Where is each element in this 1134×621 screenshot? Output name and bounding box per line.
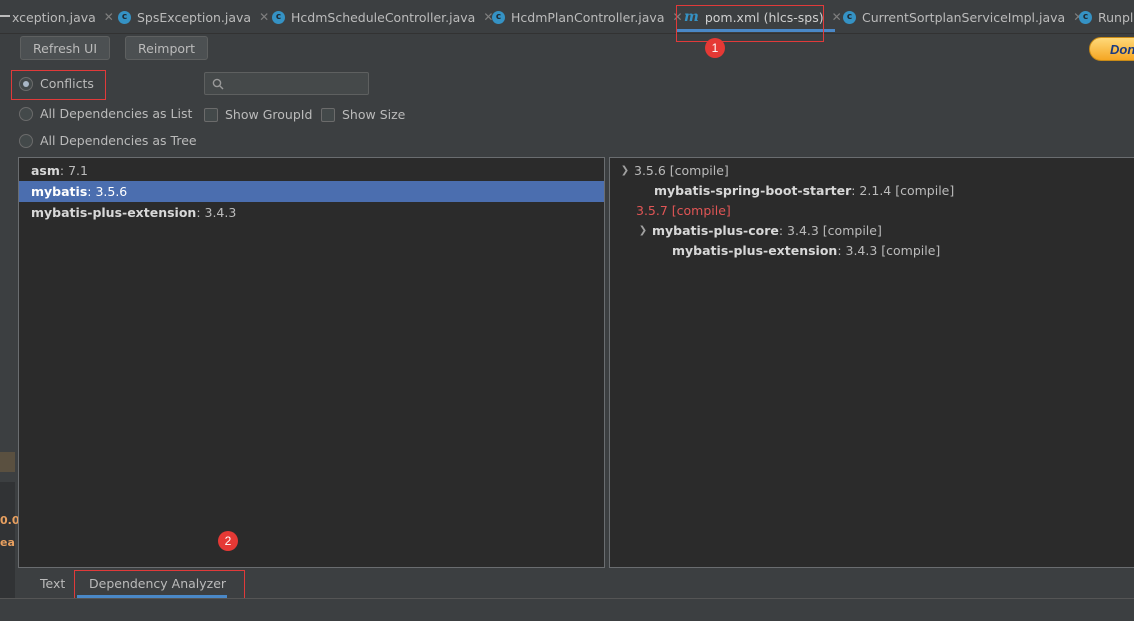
list-item-mybatis-plus-extension[interactable]: mybatis-plus-extension : 3.4.3 xyxy=(19,202,604,223)
tree-node-version-356[interactable]: ❯ 3.5.6 [compile] xyxy=(610,160,1134,180)
artifact-name: mybatis-plus-extension xyxy=(672,242,838,258)
chevron-down-icon[interactable]: ❯ xyxy=(616,165,634,176)
chevron-down-icon[interactable]: ❯ xyxy=(634,225,652,236)
checkbox-label: Show Size xyxy=(342,107,406,122)
tab-label: Runpla xyxy=(1098,9,1134,25)
bottom-tab-text[interactable]: Text xyxy=(40,571,65,595)
close-icon[interactable]: ✕ xyxy=(832,10,842,24)
annotation-marker-2: 2 xyxy=(218,531,238,551)
annotation-box-conflicts xyxy=(11,70,106,100)
tab-runpla[interactable]: c Runpla xyxy=(1079,0,1134,33)
artifact-name: mybatis xyxy=(31,184,88,199)
artifact-name: asm xyxy=(31,163,60,178)
tab-label: CurrentSortplanServiceImpl.java xyxy=(862,9,1066,25)
show-size-checkbox[interactable]: Show Size xyxy=(321,107,405,122)
tab-label: HcdmScheduleController.java xyxy=(291,9,476,25)
status-bar xyxy=(0,598,1134,621)
left-tool-strip: 0.0 ea xyxy=(0,34,20,602)
dependency-tree-panel[interactable]: ❯ 3.5.6 [compile] mybatis-spring-boot-st… xyxy=(609,157,1134,568)
strip-highlight xyxy=(0,452,15,472)
artifact-name: mybatis-spring-boot-starter xyxy=(654,182,852,198)
tab-hcdmschedulecontroller-java[interactable]: c HcdmScheduleController.java ✕ xyxy=(272,0,493,33)
class-icon: c xyxy=(843,10,856,24)
list-item-mybatis[interactable]: mybatis : 3.5.6 xyxy=(19,181,604,202)
radio-all-dependencies-list[interactable]: All Dependencies as List xyxy=(19,106,192,121)
artifact-version: : 3.5.6 xyxy=(87,184,128,199)
tree-node-label: 3.5.6 [compile] xyxy=(634,162,729,178)
radio-label: All Dependencies as Tree xyxy=(40,133,197,148)
artifact-name: mybatis-plus-core xyxy=(652,222,779,238)
conflict-version-label: 3.5.7 [compile] xyxy=(636,202,731,218)
artifact-version: : 3.4.3 [compile] xyxy=(778,222,882,238)
close-icon[interactable]: ✕ xyxy=(104,10,114,24)
dependency-search-field[interactable] xyxy=(204,72,369,95)
tab-label: HcdmPlanController.java xyxy=(511,9,665,25)
editor-tab-bar: xception.java ✕ c SpsException.java ✕ c … xyxy=(0,0,1134,34)
artifact-version: : 3.4.3 xyxy=(196,205,237,220)
conflict-list-panel[interactable]: asm : 7.1 mybatis : 3.5.6 mybatis-plus-e… xyxy=(18,157,605,568)
annotation-marker-1: 1 xyxy=(705,38,725,58)
list-item-asm[interactable]: asm : 7.1 xyxy=(19,160,604,181)
tab-exception-java[interactable]: xception.java ✕ xyxy=(12,0,114,33)
checkbox-indicator[interactable] xyxy=(204,107,218,122)
reimport-button[interactable]: Reimport xyxy=(125,36,209,60)
search-icon xyxy=(212,78,224,89)
tree-node-mybatis-spring-boot-starter[interactable]: mybatis-spring-boot-starter : 2.1.4 [com… xyxy=(610,180,1134,200)
close-icon[interactable]: ✕ xyxy=(259,10,269,24)
tab-hcdmplancontroller-java[interactable]: c HcdmPlanController.java ✕ xyxy=(492,0,683,33)
tab-label: xception.java xyxy=(12,9,96,25)
tree-node-version-357[interactable]: 3.5.7 [compile] xyxy=(610,200,1134,220)
class-icon: c xyxy=(1079,10,1092,24)
class-icon: c xyxy=(492,10,505,24)
donate-button[interactable]: Don xyxy=(1089,37,1134,61)
radio-indicator[interactable] xyxy=(19,106,33,121)
checkbox-label: Show GroupId xyxy=(225,107,313,122)
artifact-version: : 7.1 xyxy=(59,163,88,178)
artifact-version: : 2.1.4 [compile] xyxy=(851,182,955,198)
strip-text-1: 0.0 xyxy=(0,514,20,527)
refresh-ui-button[interactable]: Refresh UI xyxy=(20,36,111,60)
tab-currentsortplanserviceimpl-java[interactable]: c CurrentSortplanServiceImpl.java ✕ xyxy=(843,0,1083,33)
artifact-name: mybatis-plus-extension xyxy=(31,205,197,220)
tree-node-mybatis-plus-extension[interactable]: mybatis-plus-extension : 3.4.3 [compile] xyxy=(610,240,1134,260)
artifact-version: : 3.4.3 [compile] xyxy=(837,242,941,258)
strip-text-2: ea xyxy=(0,536,15,549)
tab-overflow-marker[interactable] xyxy=(0,15,10,17)
annotation-box-pom-tab xyxy=(676,5,824,42)
radio-label: All Dependencies as List xyxy=(40,106,193,121)
radio-all-dependencies-tree[interactable]: All Dependencies as Tree xyxy=(19,133,197,148)
tree-node-mybatis-plus-core[interactable]: ❯ mybatis-plus-core : 3.4.3 [compile] xyxy=(610,220,1134,240)
tab-spsexception-java[interactable]: c SpsException.java ✕ xyxy=(118,0,269,33)
search-input[interactable] xyxy=(229,76,359,91)
class-icon: c xyxy=(272,10,285,24)
radio-indicator[interactable] xyxy=(19,133,33,148)
class-icon: c xyxy=(118,10,131,24)
checkbox-indicator[interactable] xyxy=(321,107,335,122)
tab-label: SpsException.java xyxy=(137,9,252,25)
show-groupid-checkbox[interactable]: Show GroupId xyxy=(204,107,312,122)
